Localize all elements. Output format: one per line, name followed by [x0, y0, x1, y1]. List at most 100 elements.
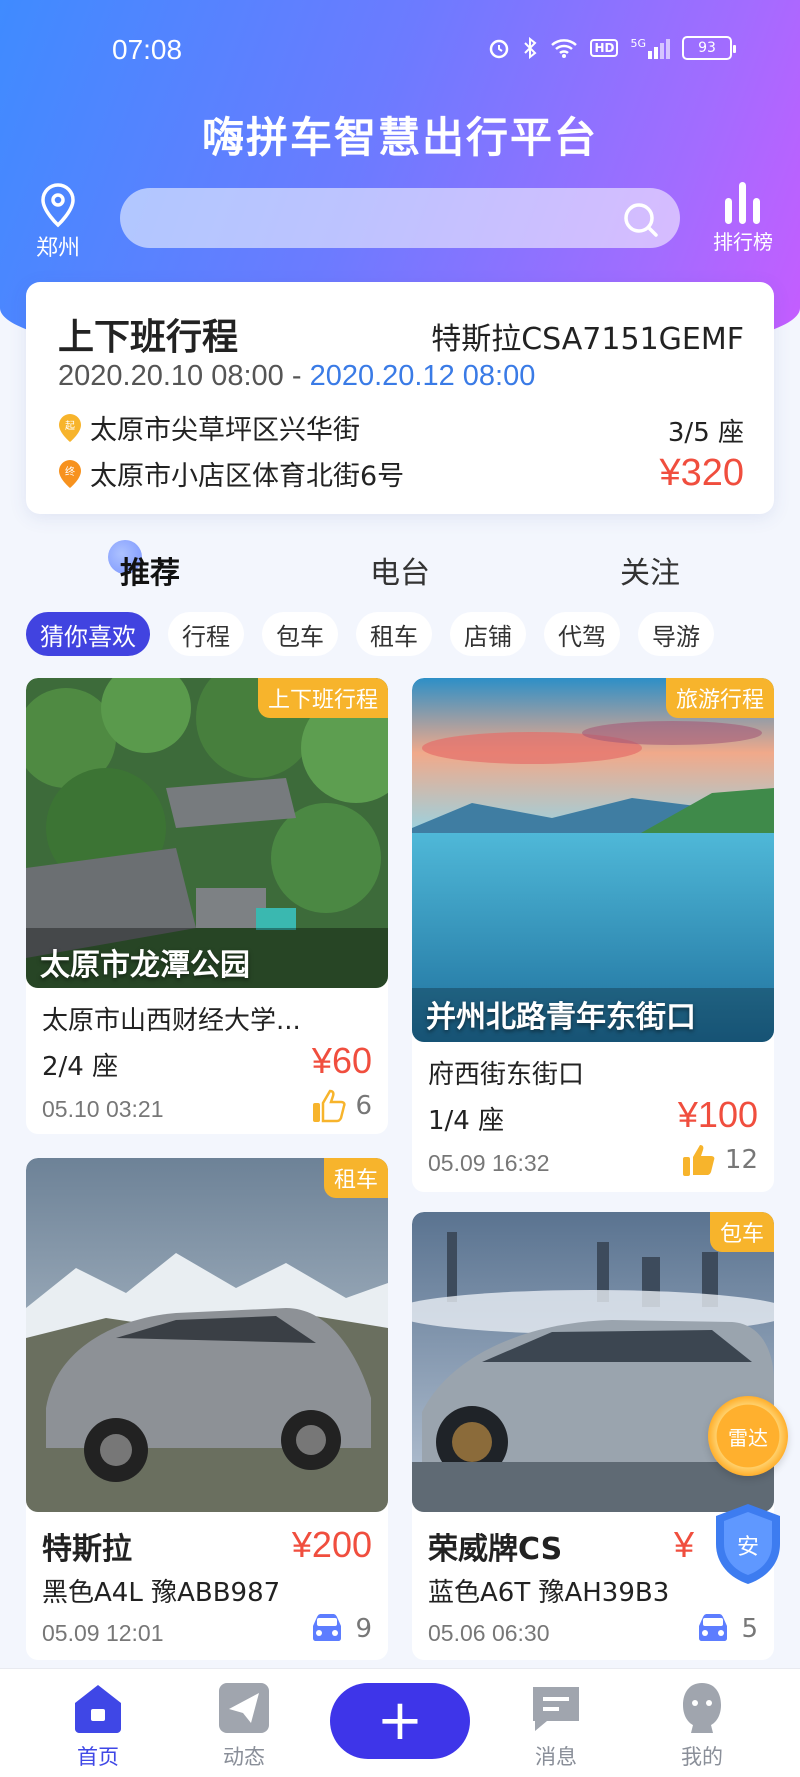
message-icon [533, 1687, 579, 1731]
network-label: 5G [630, 37, 646, 50]
sedan-car-image [412, 1212, 774, 1512]
bar-chart-icon [725, 182, 760, 224]
end-badge: 终 [65, 465, 75, 478]
search-input[interactable] [120, 188, 680, 248]
card-title: 太原市山西财经大学... [42, 1006, 301, 1036]
card-title: 荣威牌CS [428, 1532, 563, 1567]
end-marker-icon: 终 [59, 459, 81, 488]
card-tag: 租车 [323, 1158, 388, 1198]
chip-designated-driver[interactable]: 代驾 [544, 612, 620, 656]
nav-home[interactable]: 首页 [58, 1681, 138, 1771]
thumbs-up-icon [313, 1089, 347, 1123]
location-button[interactable]: 郑州 [30, 182, 86, 262]
card-image-sedan: 包车 [412, 1212, 774, 1512]
thumbs-up-icon [682, 1145, 715, 1176]
tab-radio[interactable]: 电台 [340, 548, 460, 592]
card-image-caption: 太原市龙潭公园 [40, 948, 250, 983]
ranking-button[interactable]: 排行榜 [708, 180, 778, 255]
lake-scene-image [412, 678, 774, 1042]
chip-guess-you-like[interactable]: 猜你喜欢 [26, 612, 150, 656]
card-vehicle-count[interactable]: 9 [307, 1612, 372, 1646]
chip-tour-guide[interactable]: 导游 [638, 612, 714, 656]
nav-feed[interactable]: 动态 [204, 1681, 284, 1771]
card-tag: 包车 [709, 1212, 774, 1252]
start-marker-icon: 起 [59, 413, 81, 442]
card-count-value: 9 [355, 1614, 372, 1644]
nav-messages[interactable]: 消息 [516, 1681, 596, 1771]
trip-seats: 3/5 座 [667, 418, 744, 448]
card-image-lake: 旅游行程 并州北路青年东街口 [412, 678, 774, 1042]
add-button[interactable]: + [330, 1683, 470, 1759]
battery-indicator: 93 [682, 36, 736, 60]
shield-icon: 安 [716, 1504, 780, 1584]
tab-recommend[interactable]: 推荐 [90, 548, 210, 592]
card-vehicle-count[interactable]: 5 [693, 1612, 758, 1646]
bluetooth-icon [524, 37, 537, 59]
search-icon[interactable] [622, 201, 660, 239]
user-icon [683, 1683, 721, 1733]
car-icon [699, 1614, 728, 1641]
card-time: 05.10 03:21 [42, 1096, 164, 1122]
ranking-label: 排行榜 [713, 230, 773, 254]
hd-badge: HD [590, 39, 619, 57]
feed-card[interactable]: 租车 特斯拉 ¥200 黑色A4L 豫ABB987 05.09 12:01 9 [26, 1158, 388, 1660]
card-price: ¥ [673, 1524, 694, 1565]
card-likes[interactable]: 12 [681, 1142, 758, 1178]
car-icon [313, 1614, 342, 1641]
bottom-navigation: 首页 动态 + 消息 我的 [0, 1668, 800, 1777]
alarm-icon [490, 39, 509, 59]
chip-trips[interactable]: 行程 [168, 612, 244, 656]
trip-time-start: 2020.20.10 08:00 [58, 360, 284, 392]
nav-mine[interactable]: 我的 [662, 1681, 742, 1771]
card-seats: 2/4 座 [42, 1052, 119, 1082]
suv-car-image [26, 1158, 388, 1512]
card-like-count: 12 [724, 1145, 758, 1175]
card-plate: 黑色A4L 豫ABB987 [42, 1578, 281, 1608]
card-tag: 上下班行程 [257, 678, 388, 718]
card-image-caption: 并州北路青年东街口 [426, 1000, 696, 1035]
card-time: 05.09 16:32 [428, 1150, 550, 1176]
card-plate: 蓝色A6T 豫AH39B3 [428, 1578, 670, 1608]
safety-shield-button[interactable]: 安 [710, 1500, 786, 1588]
feed-card[interactable]: 上下班行程 太原市龙潭公园 太原市山西财经大学... 2/4 座 ¥60 05.… [26, 678, 388, 1134]
radar-button[interactable]: 雷达 [708, 1396, 788, 1476]
chip-shops[interactable]: 店铺 [450, 612, 526, 656]
tab-follow[interactable]: 关注 [590, 548, 710, 592]
card-time: 05.09 12:01 [42, 1620, 164, 1646]
card-time: 05.06 06:30 [428, 1620, 550, 1646]
card-price: ¥100 [677, 1094, 758, 1135]
status-icons: HD 5G 93 [488, 36, 736, 60]
card-like-count: 6 [355, 1091, 372, 1121]
trip-title: 上下班行程 [58, 317, 239, 358]
card-image-park: 上下班行程 太原市龙潭公园 [26, 678, 388, 988]
app-title: 嗨拼车智慧出行平台 [201, 113, 598, 162]
trip-price: ¥320 [659, 452, 744, 494]
card-image-suv: 租车 [26, 1158, 388, 1512]
wifi-icon [551, 39, 578, 58]
card-likes[interactable]: 6 [311, 1088, 372, 1124]
chip-charter[interactable]: 包车 [262, 612, 338, 656]
card-count-value: 5 [741, 1614, 758, 1644]
nav-feed-label: 动态 [223, 1745, 265, 1769]
commute-trip-card[interactable]: 上下班行程 特斯拉CSA7151GEMF 2020.20.10 08:00 - … [26, 282, 774, 514]
home-icon [75, 1685, 121, 1733]
trip-start-address: 太原市尖草坪区兴华街 [90, 415, 360, 446]
status-time: 07:08 [112, 34, 183, 65]
content-tabs: 推荐 电台 关注 [0, 540, 800, 600]
nav-home-label: 首页 [77, 1745, 119, 1769]
signal-icon: 5G [630, 37, 670, 59]
location-label: 郑州 [35, 236, 80, 261]
feed-card[interactable]: 旅游行程 并州北路青年东街口 府西街东街口 1/4 座 ¥100 05.09 1… [412, 678, 774, 1192]
location-pin-icon [41, 183, 75, 228]
nav-mine-label: 我的 [681, 1745, 723, 1769]
chip-rental[interactable]: 租车 [356, 612, 432, 656]
card-price: ¥200 [291, 1524, 372, 1565]
trip-time-separator: - [283, 360, 310, 392]
card-title: 府西街东街口 [428, 1060, 585, 1090]
card-title: 特斯拉 [42, 1532, 132, 1567]
status-bar: 07:08 HD 5G 93 [0, 30, 800, 70]
trip-time-range: 2020.20.10 08:00 - 2020.20.12 08:00 [58, 360, 535, 393]
trip-start-row: 起 太原市尖草坪区兴华街 [58, 408, 360, 447]
trip-end-row: 终 太原市小店区体育北街6号 [58, 454, 404, 493]
category-chips: 猜你喜欢 行程 包车 租车 店铺 代驾 导游 [26, 612, 774, 660]
